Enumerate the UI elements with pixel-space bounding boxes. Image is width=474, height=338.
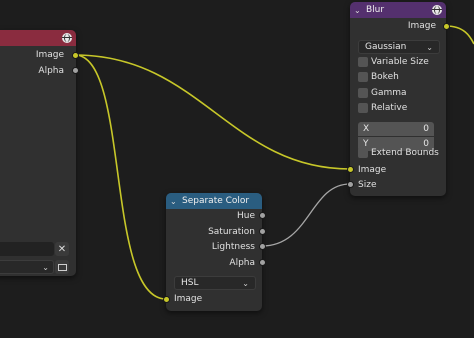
blur-filter-type-dropdown[interactable]: Gaussian ⌄ (358, 40, 440, 54)
output-label-image: Image (35, 50, 64, 60)
output-label-saturation: Saturation (208, 227, 255, 237)
gamma-checkbox[interactable] (358, 88, 368, 98)
link-image-to-blur (74, 54, 351, 170)
left-alpha-output-socket[interactable] (72, 67, 79, 74)
output-label-alpha: Alpha (229, 258, 255, 268)
left-node-header[interactable] (0, 30, 76, 46)
image-name-field[interactable] (0, 242, 54, 256)
blur-input-image-label: Image (358, 165, 387, 175)
color-mode-value: HSL (181, 278, 199, 288)
separate-input-image-label: Image (174, 294, 203, 304)
relative-label: Relative (371, 103, 408, 113)
size-x-value: 0 (423, 124, 429, 134)
globe-icon[interactable] (62, 33, 72, 43)
filter-type-value: Gaussian (365, 42, 407, 52)
bokeh-label: Bokeh (371, 72, 399, 82)
extend-bounds-label: Extend Bounds (371, 148, 439, 158)
blur-node-header[interactable]: ⌄ Blur (350, 2, 446, 18)
chevron-down-icon[interactable]: ⌄ (354, 6, 366, 15)
link-image-to-separate-color (74, 54, 167, 300)
hue-output-socket[interactable] (259, 212, 266, 219)
left-image-output-socket[interactable] (72, 52, 79, 59)
size-x-label: X (363, 124, 370, 134)
separate-color-node[interactable]: ⌄ Separate Color Hue Saturation Lightnes… (166, 193, 262, 311)
alpha-output-socket[interactable] (259, 259, 266, 266)
globe-icon[interactable] (432, 5, 442, 15)
image-icon[interactable] (55, 260, 69, 274)
chevron-down-icon: ⌄ (242, 278, 249, 288)
close-icon[interactable]: ✕ (55, 242, 69, 256)
node-editor-canvas[interactable]: Image Alpha ✕ ⌄ ⌄ Blur Image Gaussian ⌄ … (0, 0, 474, 338)
link-lightness-to-size (261, 183, 351, 247)
left-image-node[interactable]: Image Alpha ✕ ⌄ (0, 30, 76, 276)
blur-output-image-label: Image (407, 21, 436, 31)
saturation-output-socket[interactable] (259, 228, 266, 235)
separate-color-node-header[interactable]: ⌄ Separate Color (166, 193, 262, 209)
size-x-field[interactable]: X 0 (358, 122, 434, 136)
blur-image-input-socket[interactable] (347, 166, 354, 173)
variable-size-label: Variable Size (371, 57, 429, 67)
chevron-down-icon: ⌄ (42, 262, 49, 272)
output-label-lightness: Lightness (211, 242, 255, 252)
separate-color-node-title: Separate Color (182, 196, 250, 206)
blur-node-title: Blur (366, 5, 385, 15)
image-browse-dropdown[interactable]: ⌄ (0, 260, 54, 274)
gamma-label: Gamma (371, 88, 407, 98)
link-blur-image-out (445, 25, 474, 45)
chevron-down-icon: ⌄ (426, 42, 433, 52)
output-label-hue: Hue (236, 211, 255, 221)
bokeh-checkbox[interactable] (358, 72, 368, 82)
extend-bounds-checkbox[interactable] (358, 148, 368, 158)
blur-node[interactable]: ⌄ Blur Image Gaussian ⌄ Variable Size Bo… (350, 2, 446, 196)
separate-image-input-socket[interactable] (163, 296, 170, 303)
blur-input-size-label: Size (358, 180, 377, 190)
chevron-down-icon[interactable]: ⌄ (170, 197, 182, 206)
output-label-alpha: Alpha (38, 66, 64, 76)
lightness-output-socket[interactable] (259, 243, 266, 250)
blur-size-input-socket[interactable] (347, 181, 354, 188)
relative-checkbox[interactable] (358, 103, 368, 113)
blur-image-output-socket[interactable] (443, 23, 450, 30)
variable-size-checkbox[interactable] (358, 57, 368, 67)
color-mode-dropdown[interactable]: HSL ⌄ (174, 276, 256, 290)
